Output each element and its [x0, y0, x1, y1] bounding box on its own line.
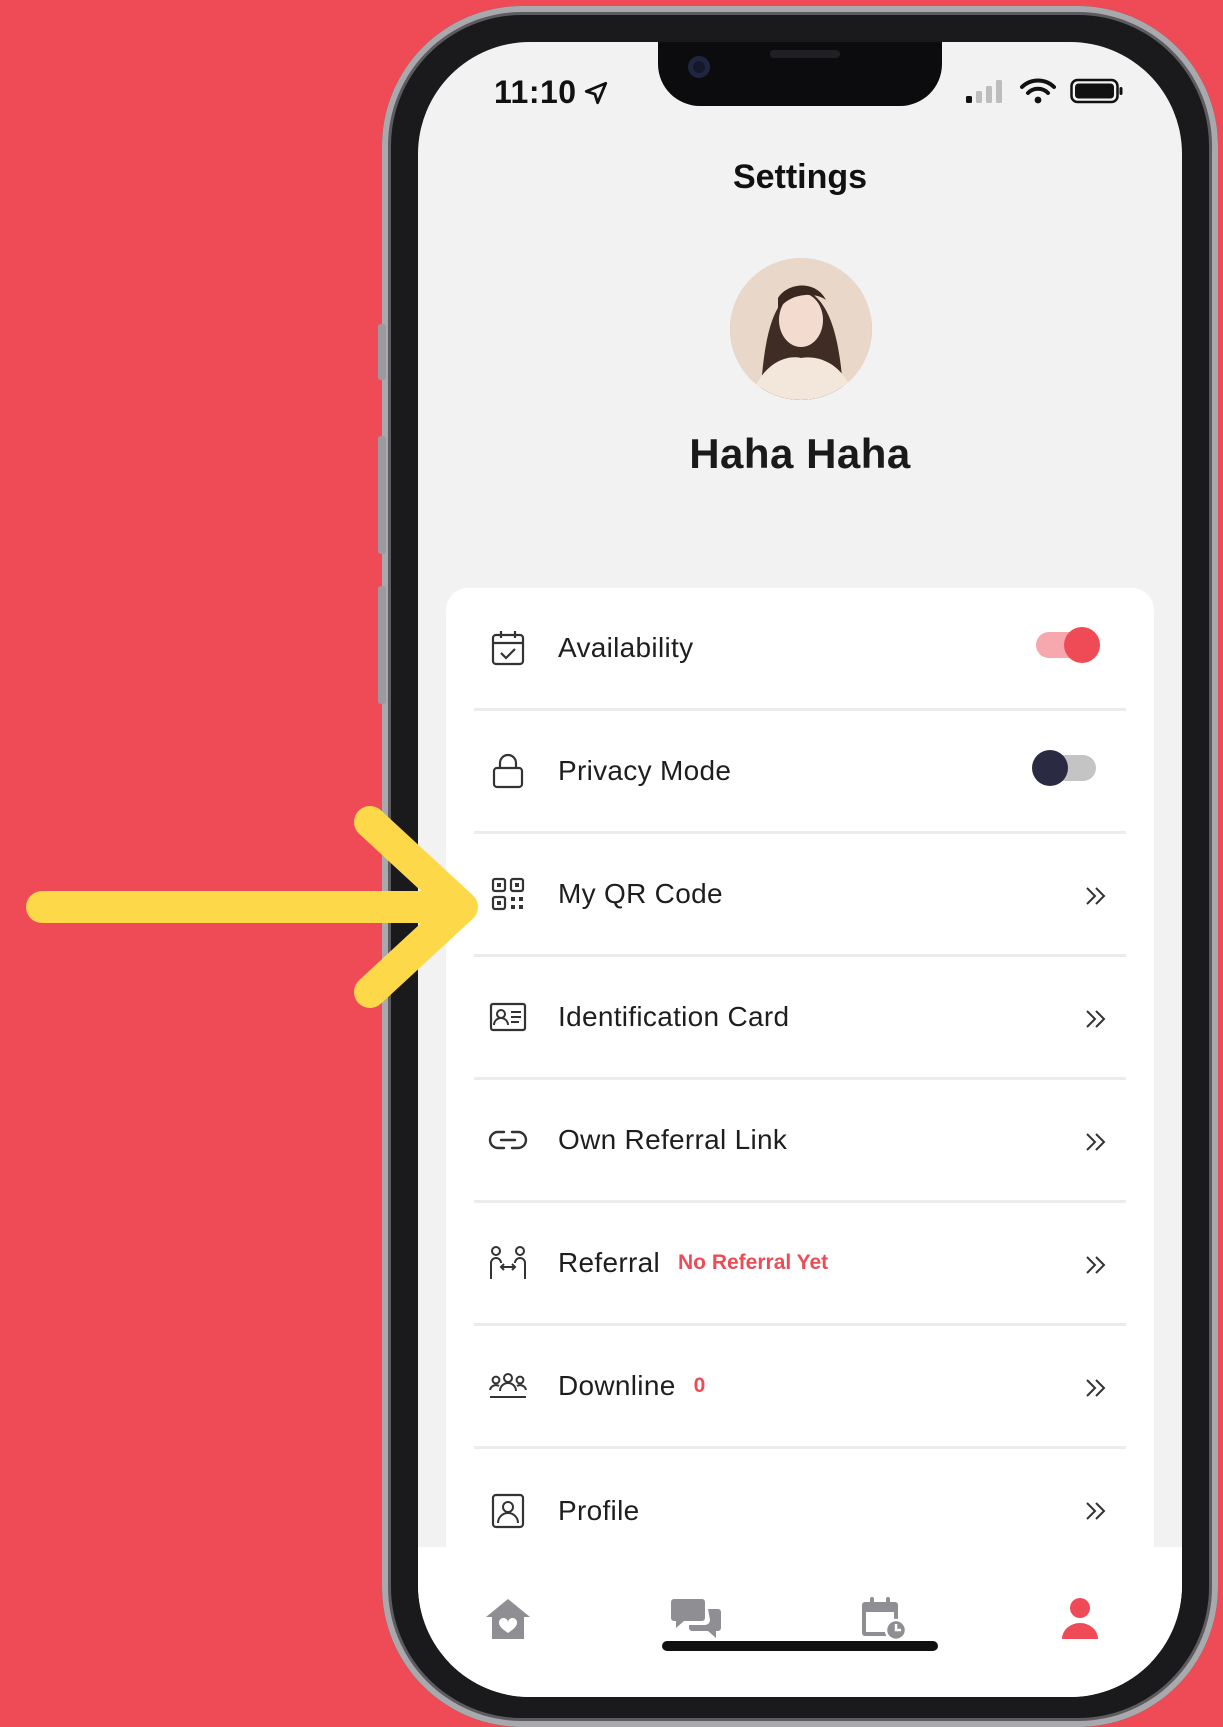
pointer-arrow-icon	[26, 806, 478, 1008]
